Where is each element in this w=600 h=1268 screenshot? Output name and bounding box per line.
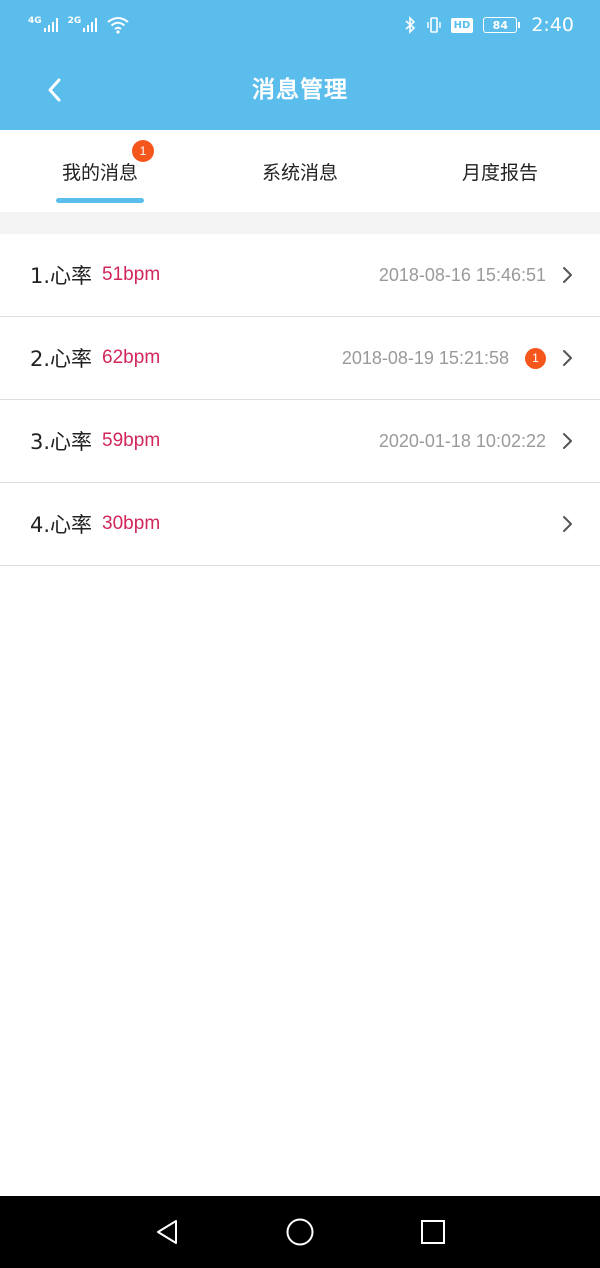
active-tab-indicator xyxy=(56,198,144,203)
chevron-right-icon xyxy=(563,433,572,449)
chevron-right-icon xyxy=(563,350,572,366)
hd-badge: HD xyxy=(450,17,474,33)
message-list: 1.心率 51bpm 2018-08-16 15:46:51 2.心率 62bp… xyxy=(0,234,600,566)
tab-label-text: 我的消息 xyxy=(61,161,138,184)
chevron-right-icon xyxy=(563,516,572,532)
heart-rate-value: 30bpm xyxy=(102,513,161,534)
message-title: 2.心率 xyxy=(30,347,93,371)
back-button[interactable] xyxy=(34,70,74,110)
bluetooth-icon xyxy=(405,16,415,34)
message-time: 2018-08-19 15:21:58 xyxy=(341,347,509,368)
tab-monthly-report[interactable]: 月度报告 xyxy=(400,130,600,212)
tab-label-text: 月度报告 xyxy=(461,161,538,184)
home-circle-icon xyxy=(286,1218,314,1246)
section-divider xyxy=(0,212,600,234)
heart-rate-value: 62bpm xyxy=(102,347,161,368)
battery-icon: 84 xyxy=(483,17,521,33)
network-type-label: 4G xyxy=(28,16,42,26)
list-item[interactable]: 2.心率 62bpm 2018-08-19 15:21:58 1 xyxy=(0,317,600,400)
list-item[interactable]: 3.心率 59bpm 2020-01-18 10:02:22 xyxy=(0,400,600,483)
nav-home-button[interactable] xyxy=(280,1212,320,1252)
signal-icon: 4G xyxy=(28,16,58,32)
page-title: 消息管理 xyxy=(252,77,348,103)
app-bar: 消息管理 xyxy=(0,50,600,130)
battery-level: 84 xyxy=(492,18,508,32)
chevron-right-icon xyxy=(563,267,572,283)
heart-rate-value: 59bpm xyxy=(102,430,161,451)
list-item[interactable]: 1.心率 51bpm 2018-08-16 15:46:51 xyxy=(0,234,600,317)
wifi-icon xyxy=(107,17,129,34)
message-title: 4.心率 xyxy=(30,513,93,537)
list-item[interactable]: 4.心率 30bpm xyxy=(0,483,600,566)
message-title: 3.心率 xyxy=(30,430,93,454)
unread-badge: 1 xyxy=(132,139,154,162)
message-title: 1.心率 xyxy=(30,264,93,288)
message-time: 2020-01-18 10:02:22 xyxy=(378,430,546,451)
tab-label-text: 系统消息 xyxy=(261,161,338,184)
tab-bar: 我的消息 1 系统消息 月度报告 xyxy=(0,130,600,212)
status-bar-left: 4G 2G xyxy=(28,16,129,34)
message-time: 2018-08-16 15:46:51 xyxy=(378,264,546,285)
vibrate-icon xyxy=(426,17,441,33)
recents-square-icon xyxy=(421,1220,446,1244)
tab-system-messages[interactable]: 系统消息 xyxy=(200,130,400,212)
back-arrow-icon xyxy=(48,78,61,102)
tab-label: 我的消息 1 xyxy=(61,139,154,185)
clock: 2:40 xyxy=(531,14,574,36)
nav-back-button[interactable] xyxy=(147,1212,187,1252)
back-triangle-icon xyxy=(156,1220,177,1244)
system-nav-bar xyxy=(0,1196,600,1268)
unread-badge: 1 xyxy=(525,347,546,369)
network-type-label: 2G xyxy=(67,16,82,26)
status-bar: 4G 2G HD 84 2:40 xyxy=(0,0,600,50)
status-bar-right: HD 84 2:40 xyxy=(403,14,574,36)
heart-rate-value: 51bpm xyxy=(102,264,161,285)
nav-recents-button[interactable] xyxy=(413,1212,453,1252)
signal-icon: 2G xyxy=(67,16,98,32)
